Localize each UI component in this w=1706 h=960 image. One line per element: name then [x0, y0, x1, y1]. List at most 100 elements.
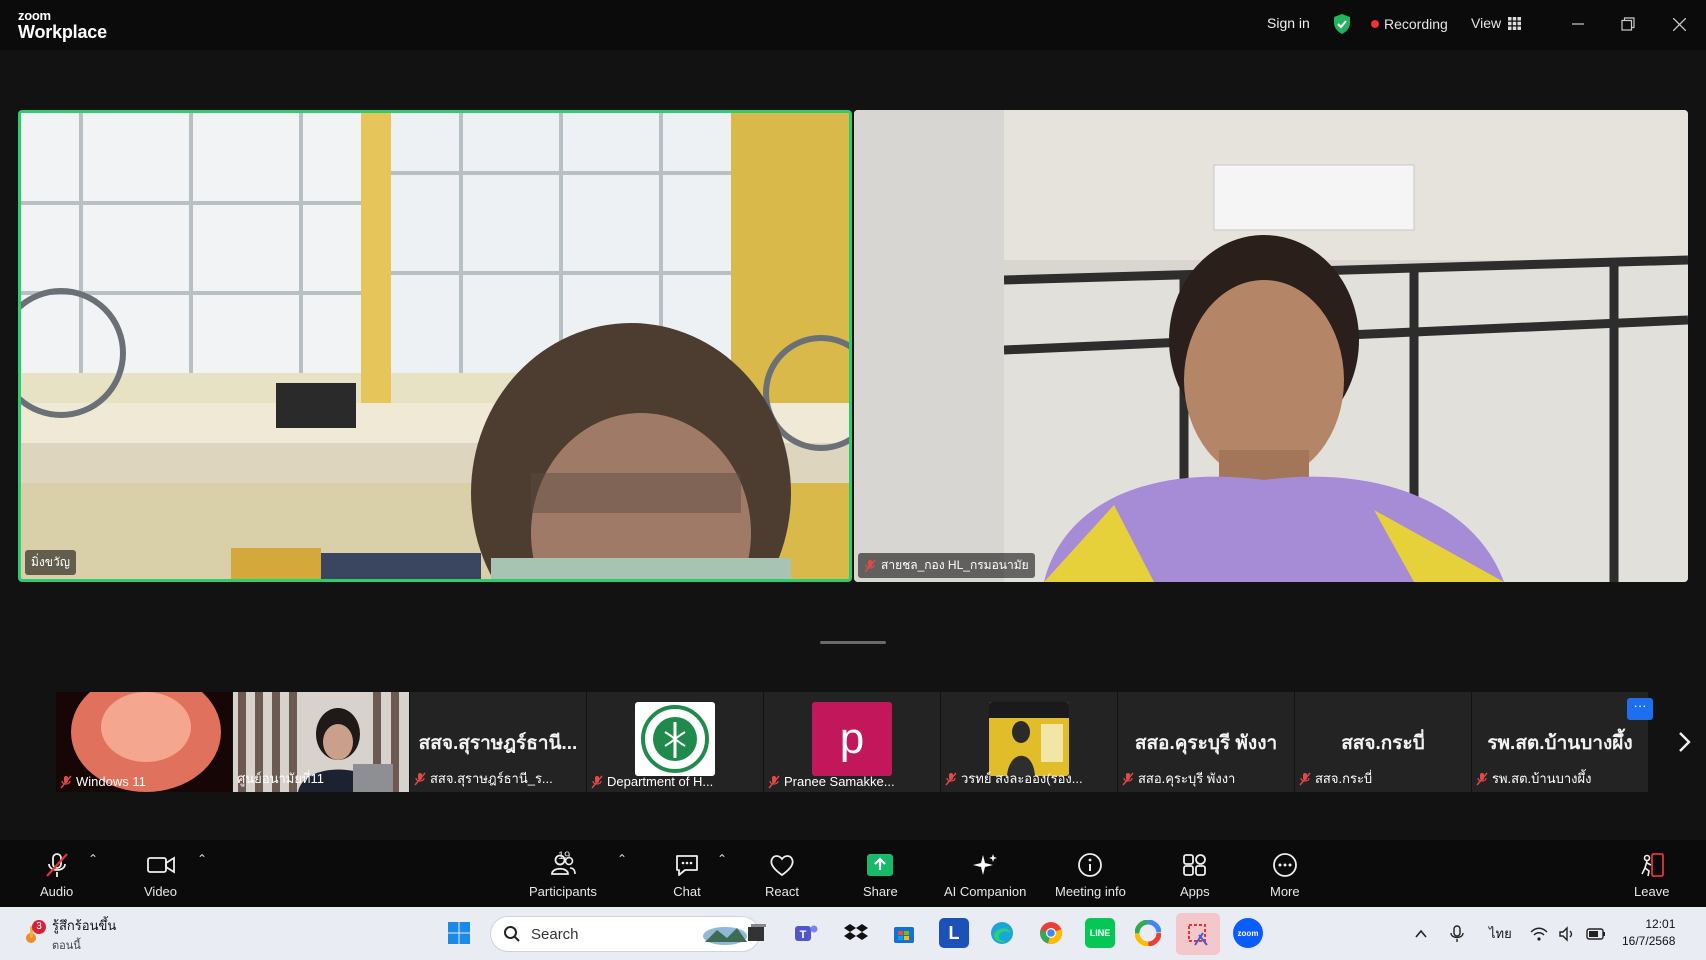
chrome-icon [1040, 922, 1063, 944]
more-button[interactable]: More [1270, 852, 1300, 899]
microphone-muted-icon [45, 853, 68, 877]
meeting-toolbar: Audio ⌃ Video ⌃ 19 Participants ⌃ Chat ⌃ [0, 840, 1706, 907]
sparkle-icon [973, 854, 998, 875]
task-view-icon [748, 924, 766, 941]
thumbnail-tile[interactable]: สสจ.สุราษฎร์ธานี... สสจ.สุราษฎร์ธานี_ร..… [410, 692, 586, 792]
system-clock[interactable]: 12:01 16/7/2568 [1622, 916, 1675, 950]
share-screen-button[interactable]: Share [863, 852, 898, 899]
volume-icon [1559, 925, 1573, 942]
weather-widget[interactable]: 3 รู้สึกร้อนขึ้น ตอนนี้ [22, 915, 116, 954]
letter-avatar: p [812, 702, 892, 776]
title-bar: zoom Workplace Sign in Recording View [0, 0, 1706, 50]
leave-door-icon [1640, 853, 1664, 877]
task-view-button[interactable] [741, 918, 771, 948]
microphone-tray-button[interactable] [1449, 907, 1465, 960]
line-taskbar-icon[interactable]: LINE [1085, 918, 1115, 948]
recording-indicator[interactable]: Recording [1371, 16, 1448, 32]
mic-muted-icon [1476, 772, 1488, 785]
participant-thumbnail-strip: Windows 11 ศูนย์อนามัยที่11 สสจ.สุราษฎร์… [56, 692, 1653, 792]
chrome-taskbar-icon[interactable] [1036, 918, 1066, 948]
meeting-info-button[interactable]: Meeting info [1055, 852, 1126, 899]
microphone-icon [1450, 924, 1464, 942]
minimize-icon [1572, 23, 1584, 25]
profile-photo [989, 702, 1069, 776]
mic-muted-icon [864, 559, 876, 572]
teams-taskbar-icon[interactable]: T [791, 918, 821, 948]
mic-muted-icon [414, 772, 426, 785]
participant-name-label: สายชล_กอง HL_กรมอนามัย [858, 553, 1035, 578]
dropbox-taskbar-icon[interactable] [841, 918, 871, 948]
department-logo-avatar [635, 702, 715, 776]
chat-options-caret[interactable]: ⌃ [717, 852, 727, 866]
thumbnail-tile[interactable]: Windows 11 [56, 692, 232, 792]
zoom-workplace-logo: zoom Workplace [18, 8, 107, 42]
apps-icon [1182, 854, 1206, 876]
info-icon [1078, 853, 1103, 877]
leave-meeting-button[interactable]: Leave [1634, 852, 1669, 899]
edge-taskbar-icon[interactable] [987, 918, 1017, 948]
input-language-button[interactable]: ไทย [1489, 907, 1512, 960]
ai-companion-button[interactable]: AI Companion [944, 852, 1026, 899]
participants-button[interactable]: 19 Participants [529, 850, 597, 899]
thumbnail-tile[interactable]: ศูนย์อนามัยที่11 [233, 692, 409, 792]
show-hidden-icons-button[interactable] [1413, 907, 1429, 960]
thumbnail-tile[interactable]: Department of H... [587, 692, 763, 792]
line-app-icon: LINE [1089, 928, 1111, 938]
restore-icon [1621, 17, 1635, 31]
video-options-caret[interactable]: ⌃ [197, 852, 207, 866]
audio-options-caret[interactable]: ⌃ [88, 852, 98, 866]
zoom-taskbar-icon[interactable]: zoom [1233, 918, 1263, 948]
recording-dot-icon [1371, 20, 1379, 28]
share-screen-icon [867, 854, 894, 876]
taskbar-search-box[interactable]: Search [490, 916, 760, 952]
participant-count: 19 [558, 850, 571, 862]
thumbnail-tile[interactable]: สสอ.คุระบุรี พังงา สสอ.คุระบุรี พังงา [1118, 692, 1294, 792]
audio-button[interactable]: Audio [40, 852, 73, 899]
participant-name-label: มิ่งขวัญ [25, 550, 76, 575]
microsoft-store-taskbar-icon[interactable] [889, 918, 919, 948]
participants-options-caret[interactable]: ⌃ [617, 852, 627, 866]
thumbnail-tile[interactable]: p Pranee Samakke... [764, 692, 940, 792]
thumbnail-tile[interactable]: สสจ.กระบี่ สสจ.กระบี่ [1295, 692, 1471, 792]
chevron-right-icon[interactable] [1672, 728, 1696, 756]
chat-button[interactable]: Chat [673, 852, 701, 899]
thumbnail-tile[interactable]: รพ.สต.บ้านบางผึ้ง รพ.สต.บ้านบางผึ้ง [1472, 692, 1648, 792]
photos-taskbar-icon[interactable] [1133, 918, 1163, 948]
wifi-icon [1530, 927, 1548, 941]
mic-muted-icon [591, 775, 603, 788]
mic-muted-icon [60, 775, 72, 788]
search-icon [504, 926, 520, 942]
view-button[interactable]: View [1471, 15, 1522, 31]
windows-taskbar: 3 รู้สึกร้อนขึ้น ตอนนี้ Search T L LINE … [0, 907, 1706, 960]
l-app-taskbar-icon[interactable]: L [939, 918, 969, 948]
video-camera-icon [146, 856, 175, 874]
minimize-button[interactable] [1563, 11, 1593, 37]
svg-text:T: T [800, 929, 807, 941]
snipping-tool-taskbar-icon[interactable] [1176, 913, 1220, 955]
react-button[interactable]: React [765, 852, 799, 899]
edge-icon [991, 922, 1013, 944]
resize-handle[interactable] [820, 641, 886, 644]
more-dots-icon [1272, 853, 1297, 877]
grid-view-icon [1508, 16, 1522, 30]
encryption-shield-icon[interactable] [1332, 13, 1352, 35]
sign-in-link[interactable]: Sign in [1267, 15, 1310, 31]
store-icon [894, 927, 914, 943]
battery-icon [1586, 927, 1605, 940]
dropbox-icon [844, 924, 868, 940]
tile-options-button[interactable]: ··· [1627, 698, 1653, 720]
video-tile-participant[interactable]: สายชล_กอง HL_กรมอนามัย [854, 110, 1688, 582]
network-volume-battery-tray[interactable] [1530, 907, 1606, 960]
weather-icon: 3 [22, 919, 46, 946]
department-of-health-logo-icon [641, 705, 709, 773]
participant-video-feed [854, 110, 1688, 582]
close-icon [1672, 17, 1686, 31]
video-tile-active-speaker[interactable]: มิ่งขวัญ [18, 110, 852, 582]
start-button[interactable] [444, 918, 474, 948]
close-button[interactable] [1664, 11, 1694, 37]
video-button[interactable]: Video [144, 852, 177, 899]
restore-button[interactable] [1613, 11, 1643, 37]
apps-button[interactable]: Apps [1180, 852, 1210, 899]
thumbnail-tile[interactable]: วรทย์ สงละออง(รอง... [941, 692, 1117, 792]
snipping-tool-icon [1188, 924, 1208, 946]
